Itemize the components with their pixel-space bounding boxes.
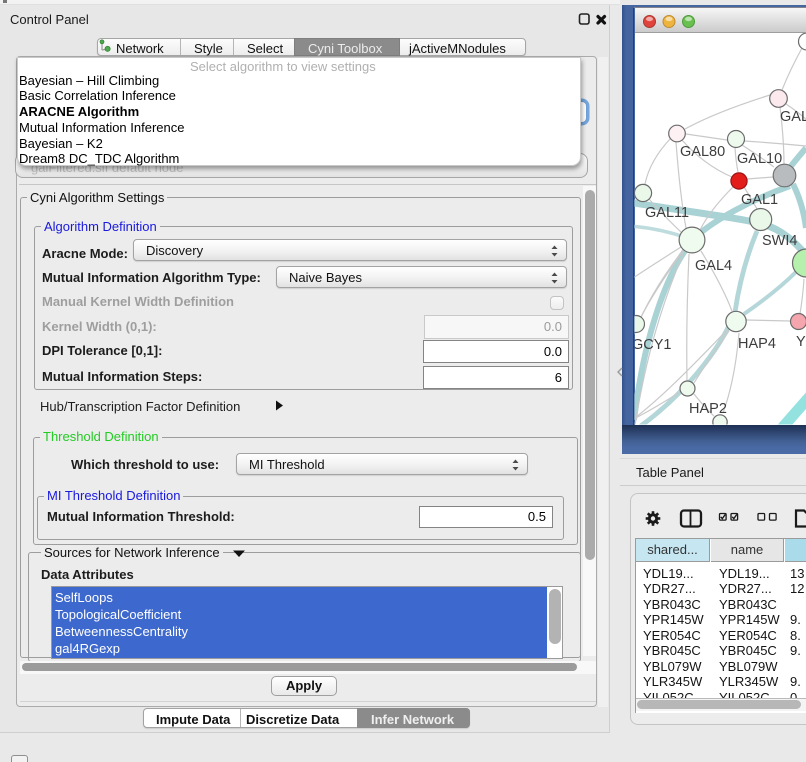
svg-text:GAL11: GAL11 (645, 205, 689, 221)
svg-text:GAL10: GAL10 (737, 151, 782, 167)
svg-text:HAP4: HAP4 (738, 336, 776, 352)
svg-text:YL: YL (796, 334, 806, 350)
svg-text:GAL1: GAL1 (741, 192, 778, 208)
svg-text:HAP2: HAP2 (689, 401, 727, 417)
svg-text:SWI4: SWI4 (762, 233, 797, 249)
svg-text:GAL4: GAL4 (695, 258, 732, 274)
svg-text:GAL80: GAL80 (680, 144, 725, 160)
svg-text:GAL7: GAL7 (780, 109, 806, 125)
svg-text:GCY1: GCY1 (632, 337, 672, 353)
